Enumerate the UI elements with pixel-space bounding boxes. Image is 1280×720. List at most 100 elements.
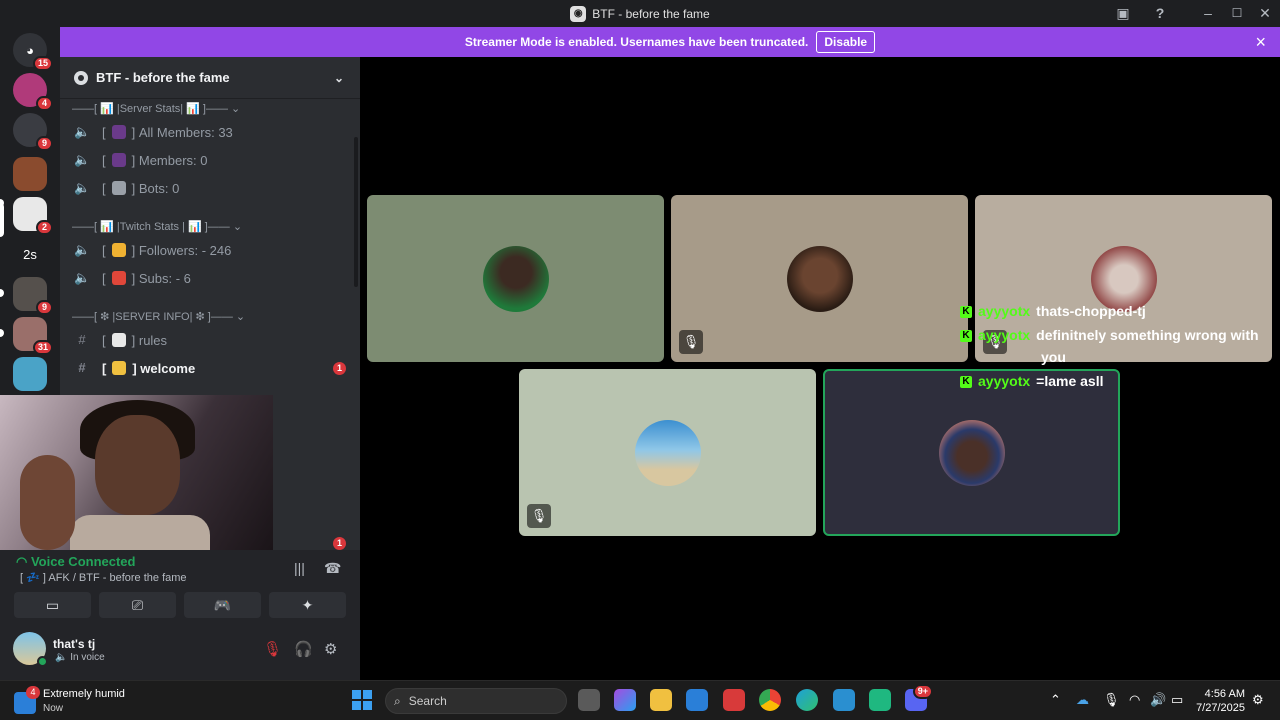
inbox-icon[interactable]: ▣ [1113, 4, 1133, 22]
battery-icon[interactable]: ▭ [1171, 692, 1183, 708]
voice-channel-name[interactable]: [ 💤 ] AFK / BTF - before the fame [20, 571, 187, 584]
camera-off-icon: ▭ [45, 596, 60, 613]
wifi-icon[interactable]: ◠ [1129, 692, 1140, 708]
notification-badge: 4 [36, 96, 53, 111]
kick-icon: K [960, 330, 972, 343]
copilot-icon[interactable] [614, 689, 636, 711]
notification-badge: 9 [36, 300, 53, 315]
user-status: 🔈 In voice [55, 652, 105, 663]
wave-emoji-icon [112, 361, 127, 375]
category-server-info[interactable]: ——[ ❇ |SERVER INFO| ❇ ]—— ⌄ [72, 310, 245, 323]
discord-badge: 9+ [912, 684, 933, 699]
taskbar-search[interactable]: ⌕ Search [385, 688, 567, 714]
chat-text: thats-chopped-tj [1036, 303, 1146, 319]
server-icon-9[interactable] [13, 357, 47, 391]
scrollbar[interactable] [354, 137, 358, 287]
screen-share-button[interactable]: ⎚ [99, 592, 176, 618]
clock[interactable]: 4:56 AM 7/27/2025 [1195, 687, 1245, 715]
server-header[interactable]: BTF - before the fame ⌄ [60, 57, 360, 99]
start-button[interactable] [352, 690, 372, 710]
webcam-hand [20, 455, 75, 550]
discord-home-button[interactable]: ◕ 15 [13, 33, 53, 71]
channel-label: welcome [140, 360, 196, 376]
participant-avatar [938, 419, 1005, 486]
maximize-button[interactable]: ☐ [1227, 4, 1247, 22]
close-icon[interactable]: × [1255, 32, 1266, 53]
app-icon-media[interactable] [869, 689, 891, 711]
participant-tile-speaking[interactable] [823, 369, 1120, 536]
avatar[interactable] [13, 632, 48, 667]
task-view-icon[interactable] [578, 689, 600, 711]
help-icon[interactable]: ? [1150, 4, 1170, 22]
page-emoji-icon [111, 333, 126, 347]
voice-channel-followers[interactable]: 🔈[] Followers: - 246 [74, 238, 231, 262]
server-icon-2[interactable]: 4 [13, 73, 53, 111]
channel-label: Subs: - 6 [138, 270, 191, 286]
chevron-down-icon: ⌄ [333, 71, 344, 85]
onedrive-icon[interactable]: ☁ [1076, 692, 1089, 708]
chat-username: ayyyotx [978, 373, 1031, 389]
app-icon-browser[interactable] [833, 689, 855, 711]
channel-label: Bots: 0 [138, 180, 180, 196]
server-icon-4[interactable] [13, 157, 47, 191]
text-channel-welcome[interactable]: #[] welcome [74, 356, 195, 380]
noise-suppression-icon[interactable]: ||| [294, 560, 305, 576]
gear-icon[interactable]: ⚙ [324, 640, 337, 658]
volume-icon[interactable]: 🔊 [1150, 692, 1166, 708]
notification-badge: 9 [36, 136, 53, 151]
disable-button[interactable]: Disable [816, 31, 876, 53]
muted-mic-icon: 🎙 [527, 504, 551, 528]
participant-tile[interactable] [367, 195, 664, 362]
gift-emoji-icon [111, 271, 126, 285]
person-emoji-icon [111, 153, 126, 167]
chevron-up-icon[interactable]: ⌃ [1050, 692, 1061, 708]
minimize-button[interactable]: – [1198, 4, 1218, 22]
category-label: ——[ ❇ |SERVER INFO| ❇ ]—— [72, 311, 233, 323]
chrome-icon[interactable] [759, 689, 781, 711]
wps-icon[interactable] [723, 689, 745, 711]
webcam-body [70, 515, 210, 550]
discord-taskbar-icon[interactable]: 9+ [905, 684, 933, 711]
chat-message: Kayyyotx thats-chopped-tj [960, 303, 1146, 319]
mention-badge: 1 [333, 537, 346, 550]
settings-gear-icon[interactable]: ⚙ [1252, 692, 1264, 708]
weather-subtitle: Now [43, 703, 64, 714]
file-explorer-icon[interactable] [650, 689, 672, 711]
headphones-icon[interactable]: 🎧 [294, 640, 313, 658]
window-title: BTF - before the fame [592, 6, 710, 21]
text-channel-rules[interactable]: #[] rules [74, 328, 167, 352]
voice-channel-bots[interactable]: 🔈[] Bots: 0 [74, 176, 179, 200]
clock-time: 4:56 AM [1204, 688, 1245, 700]
participant-avatar [634, 419, 701, 486]
server-icon-7[interactable]: 9 [13, 277, 53, 315]
camera-toggle-button[interactable]: ▭ [14, 592, 91, 618]
speaker-icon: 🔈 [74, 152, 91, 167]
disconnect-icon[interactable]: ☎ [324, 560, 341, 577]
voice-channel-subs[interactable]: 🔈[] Subs: - 6 [74, 266, 191, 290]
soundboard-button[interactable]: ✦ [269, 592, 346, 618]
title-bar: ◉ BTF - before the fame ▣ ? – ☐ ✕ [0, 0, 1280, 27]
category-label: ——[ 📊 |Twitch Stats | 📊 ]—— [72, 221, 230, 233]
voice-channel-all-members[interactable]: 🔈[] All Members: 33 [74, 120, 233, 144]
category-twitch-stats[interactable]: ——[ 📊 |Twitch Stats | 📊 ]—— ⌄ [72, 220, 242, 233]
participant-tile[interactable]: 🎙 [519, 369, 816, 536]
unread-pill [0, 289, 4, 297]
activities-button[interactable]: 🎮 [184, 592, 261, 618]
server-icon-2s[interactable]: 2s [13, 237, 47, 271]
server-icon-8[interactable]: 31 [13, 317, 53, 355]
participant-tile[interactable]: 🎙 [671, 195, 968, 362]
category-server-stats[interactable]: ——[ 📊 |Server Stats| 📊 ]—— ⌄ [72, 102, 240, 115]
close-window-button[interactable]: ✕ [1255, 4, 1275, 22]
store-icon[interactable] [686, 689, 708, 711]
microphone-icon[interactable]: 🎙 [1103, 692, 1120, 708]
voice-channel-members[interactable]: 🔈[] Members: 0 [74, 148, 208, 172]
server-2s-label: 2s [23, 246, 37, 262]
server-icon-btf[interactable]: 2 [13, 197, 53, 235]
server-icon-3[interactable]: 9 [13, 113, 53, 151]
edge-icon[interactable] [796, 689, 818, 711]
voice-connected-status[interactable]: ◠ Voice Connected [16, 554, 135, 570]
hash-icon: # [78, 332, 86, 347]
username[interactable]: that's tj [53, 637, 95, 651]
mute-mic-icon[interactable]: 🎙 [263, 640, 282, 658]
chevron-down-icon: ⌄ [232, 221, 243, 233]
